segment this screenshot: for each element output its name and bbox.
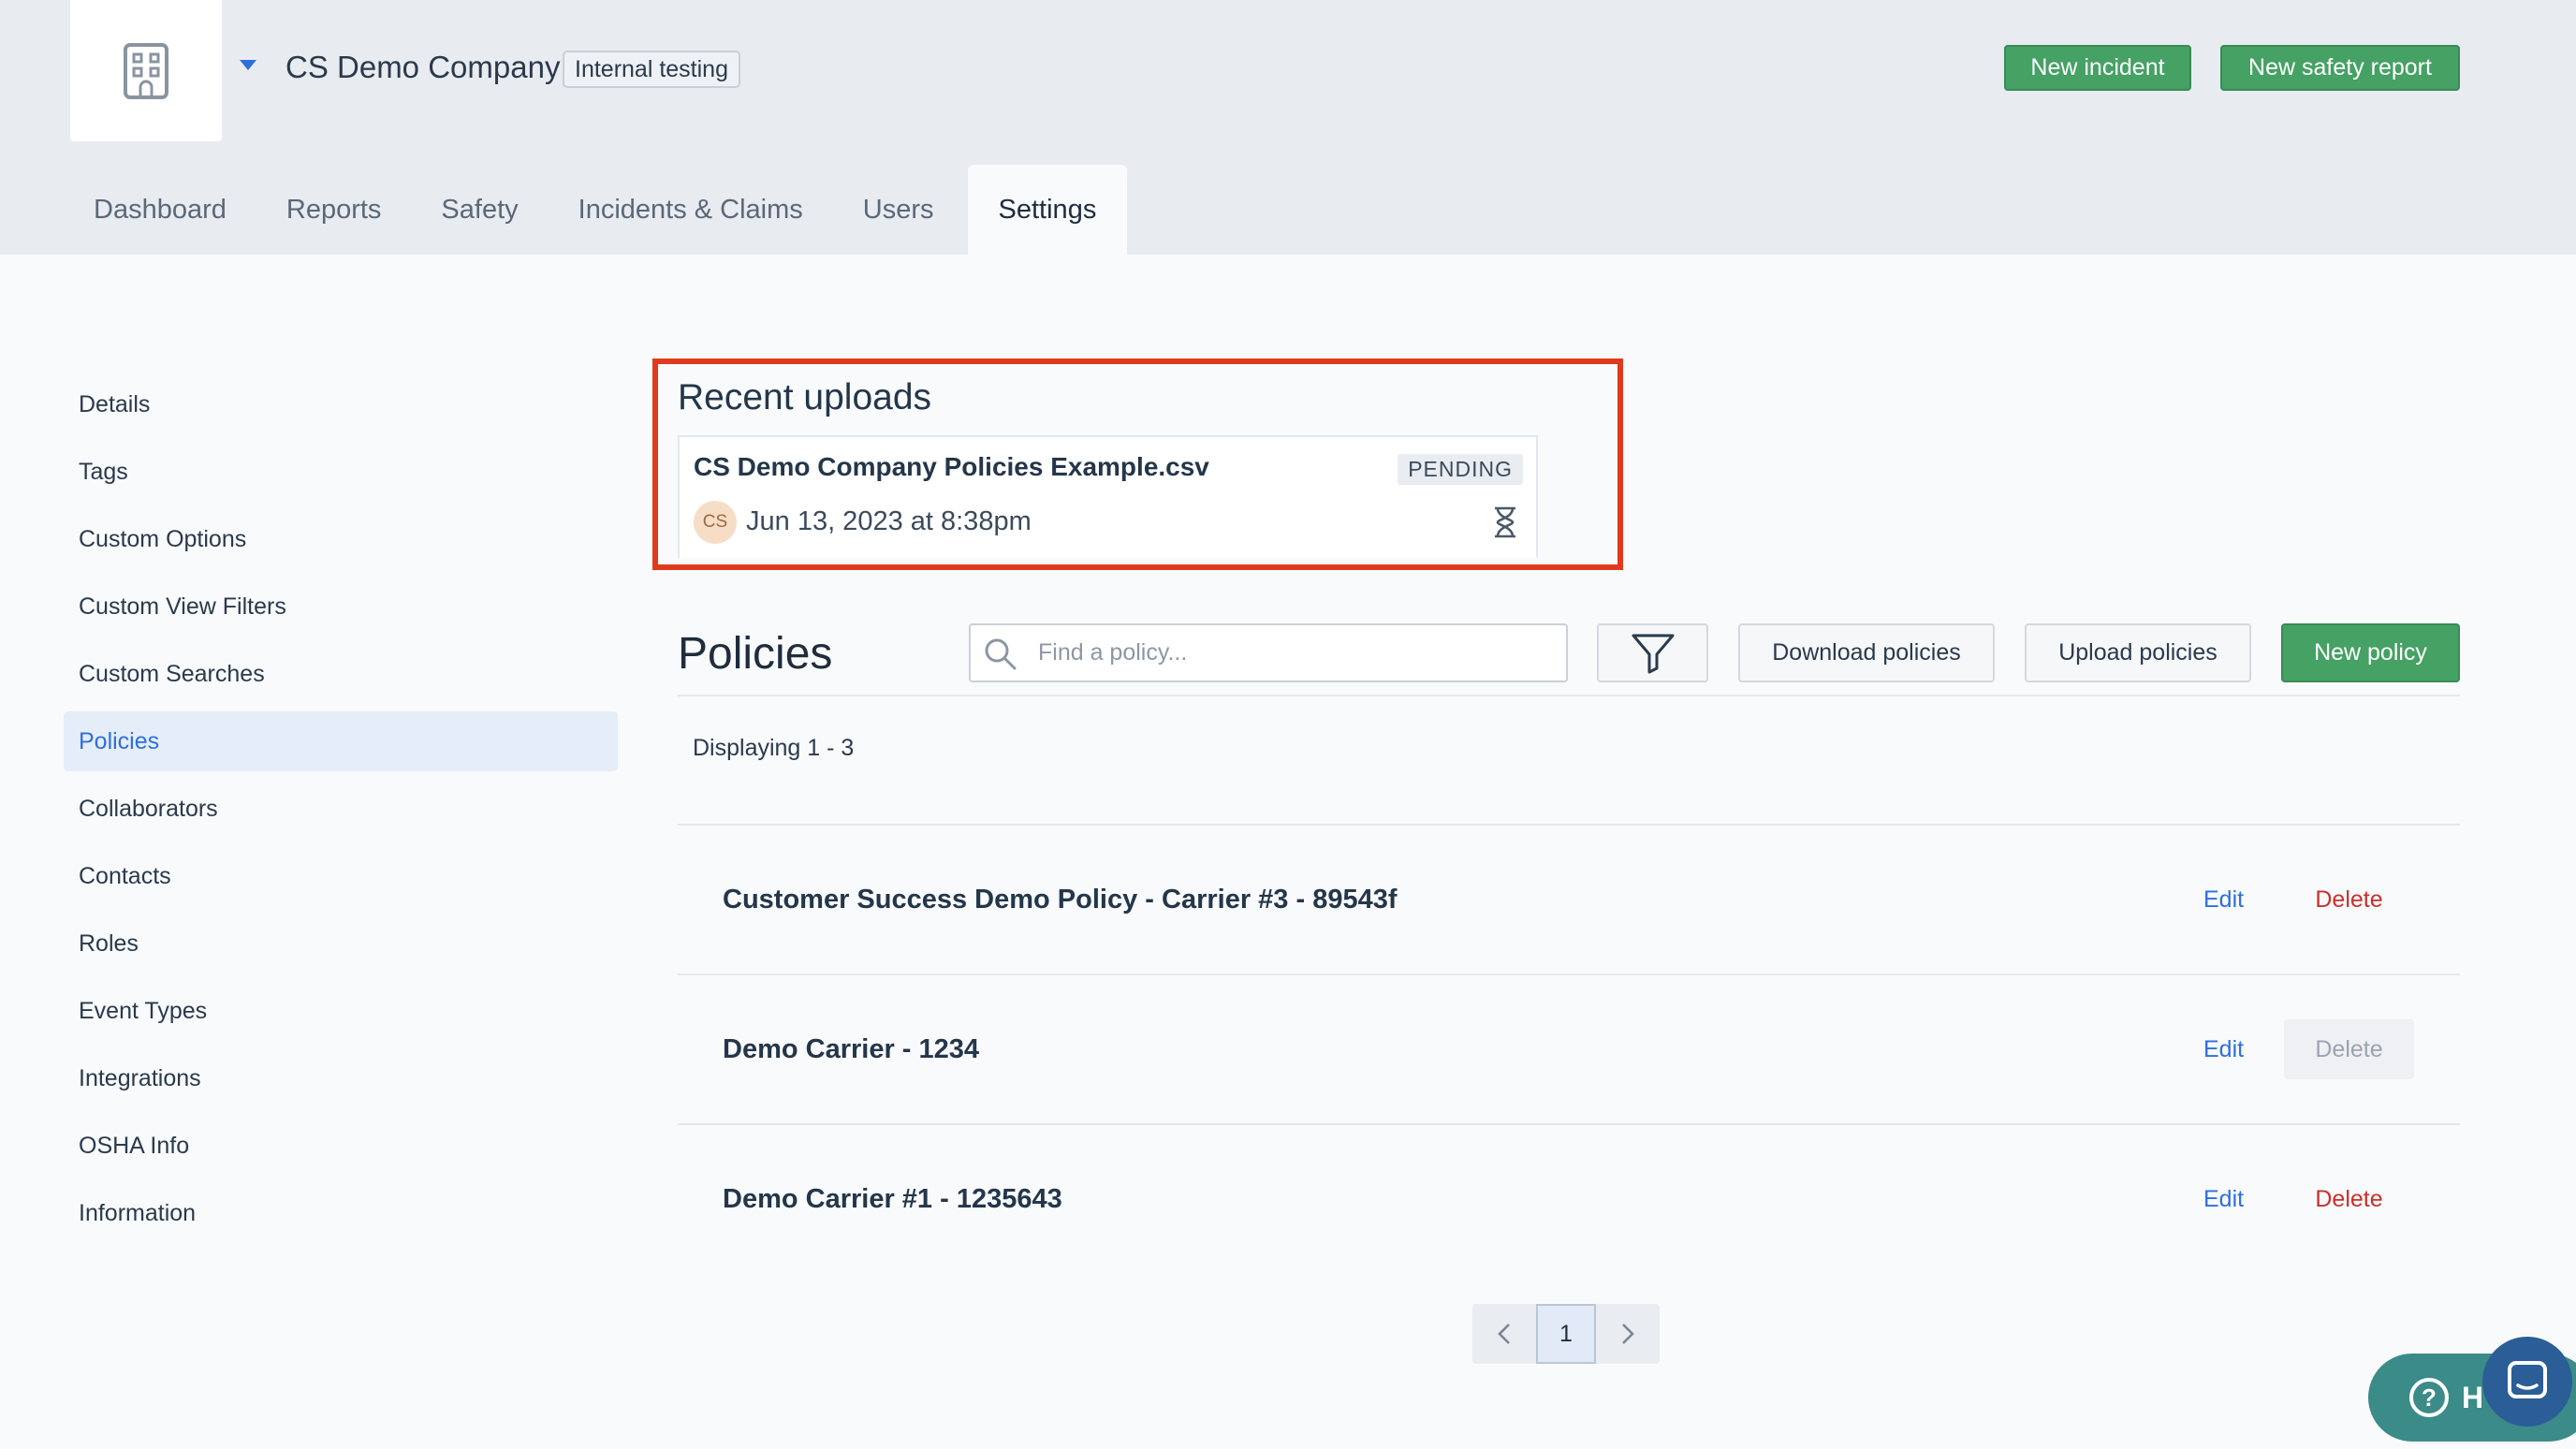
download-policies-button[interactable]: Download policies: [1738, 623, 1995, 682]
prev-page-button[interactable]: [1472, 1304, 1536, 1364]
new-policy-button[interactable]: New policy: [2281, 623, 2460, 682]
filter-button[interactable]: [1597, 623, 1708, 682]
displaying-count: Displaying 1 - 3: [693, 735, 855, 761]
tab-safety[interactable]: Safety: [415, 165, 544, 255]
building-icon: [124, 42, 168, 99]
upload-policies-button[interactable]: Upload policies: [2025, 623, 2251, 682]
delete-button-disabled: Delete: [2284, 1019, 2414, 1079]
chat-launcher-button[interactable]: [2482, 1337, 2572, 1427]
chat-icon: [2508, 1361, 2547, 1398]
pagination: 1: [1472, 1304, 1660, 1364]
top-header: CS Demo Company Internal testing New inc…: [0, 0, 2576, 255]
sidebar-item-tags[interactable]: Tags: [64, 442, 618, 502]
settings-sidebar: Details Tags Custom Options Custom View …: [64, 374, 618, 1251]
delete-button[interactable]: Delete: [2284, 1169, 2414, 1229]
policy-name[interactable]: Customer Success Demo Policy - Carrier #…: [723, 826, 1398, 973]
policy-name[interactable]: Demo Carrier #1 - 1235643: [723, 1125, 1062, 1273]
sidebar-item-details[interactable]: Details: [64, 374, 618, 434]
company-name[interactable]: CS Demo Company: [285, 47, 560, 88]
edit-button[interactable]: Edit: [2203, 1125, 2244, 1273]
environment-badge: Internal testing: [563, 51, 740, 88]
new-incident-button[interactable]: New incident: [2004, 45, 2191, 91]
tab-incidents-claims[interactable]: Incidents & Claims: [552, 165, 829, 255]
sidebar-item-contacts[interactable]: Contacts: [64, 846, 618, 906]
highlight-box: [652, 359, 1623, 570]
edit-button[interactable]: Edit: [2203, 975, 2244, 1123]
search-icon: [985, 638, 1017, 670]
question-icon: ?: [2409, 1378, 2449, 1417]
divider: [678, 695, 2460, 696]
page-number-current[interactable]: 1: [1536, 1304, 1596, 1364]
tab-settings[interactable]: Settings: [967, 165, 1128, 255]
sidebar-item-collaborators[interactable]: Collaborators: [64, 779, 618, 839]
filter-icon: [1632, 634, 1674, 674]
page-title: Policies: [678, 629, 833, 679]
delete-button[interactable]: Delete: [2284, 870, 2414, 929]
table-row: Demo Carrier - 1234 Edit Delete: [678, 975, 2460, 1123]
policy-name[interactable]: Demo Carrier - 1234: [723, 975, 979, 1123]
sidebar-item-custom-searches[interactable]: Custom Searches: [64, 644, 618, 704]
table-row: Customer Success Demo Policy - Carrier #…: [678, 826, 2460, 973]
sidebar-item-integrations[interactable]: Integrations: [64, 1048, 618, 1108]
company-logo[interactable]: [70, 0, 222, 141]
chevron-right-icon: [1622, 1324, 1634, 1344]
policy-search: [969, 623, 1568, 682]
main-tabs: Dashboard Reports Safety Incidents & Cla…: [67, 165, 1134, 255]
sidebar-item-policies[interactable]: Policies: [64, 711, 618, 771]
sidebar-item-information[interactable]: Information: [64, 1183, 618, 1243]
new-safety-report-button[interactable]: New safety report: [2220, 45, 2460, 91]
sidebar-item-custom-options[interactable]: Custom Options: [64, 509, 618, 569]
search-input[interactable]: [1038, 625, 1553, 681]
sidebar-item-event-types[interactable]: Event Types: [64, 981, 618, 1041]
table-row: Demo Carrier #1 - 1235643 Edit Delete: [678, 1125, 2460, 1273]
sidebar-item-osha-info[interactable]: OSHA Info: [64, 1116, 618, 1176]
chevron-left-icon: [1498, 1324, 1510, 1344]
next-page-button[interactable]: [1596, 1304, 1660, 1364]
tab-users[interactable]: Users: [837, 165, 960, 255]
edit-button[interactable]: Edit: [2203, 826, 2244, 973]
tab-dashboard[interactable]: Dashboard: [67, 165, 253, 255]
sidebar-item-roles[interactable]: Roles: [64, 914, 618, 973]
tab-reports[interactable]: Reports: [260, 165, 408, 255]
company-switcher-caret-icon[interactable]: [240, 60, 256, 70]
sidebar-item-custom-view-filters[interactable]: Custom View Filters: [64, 577, 618, 637]
help-label: H: [2462, 1381, 2484, 1414]
